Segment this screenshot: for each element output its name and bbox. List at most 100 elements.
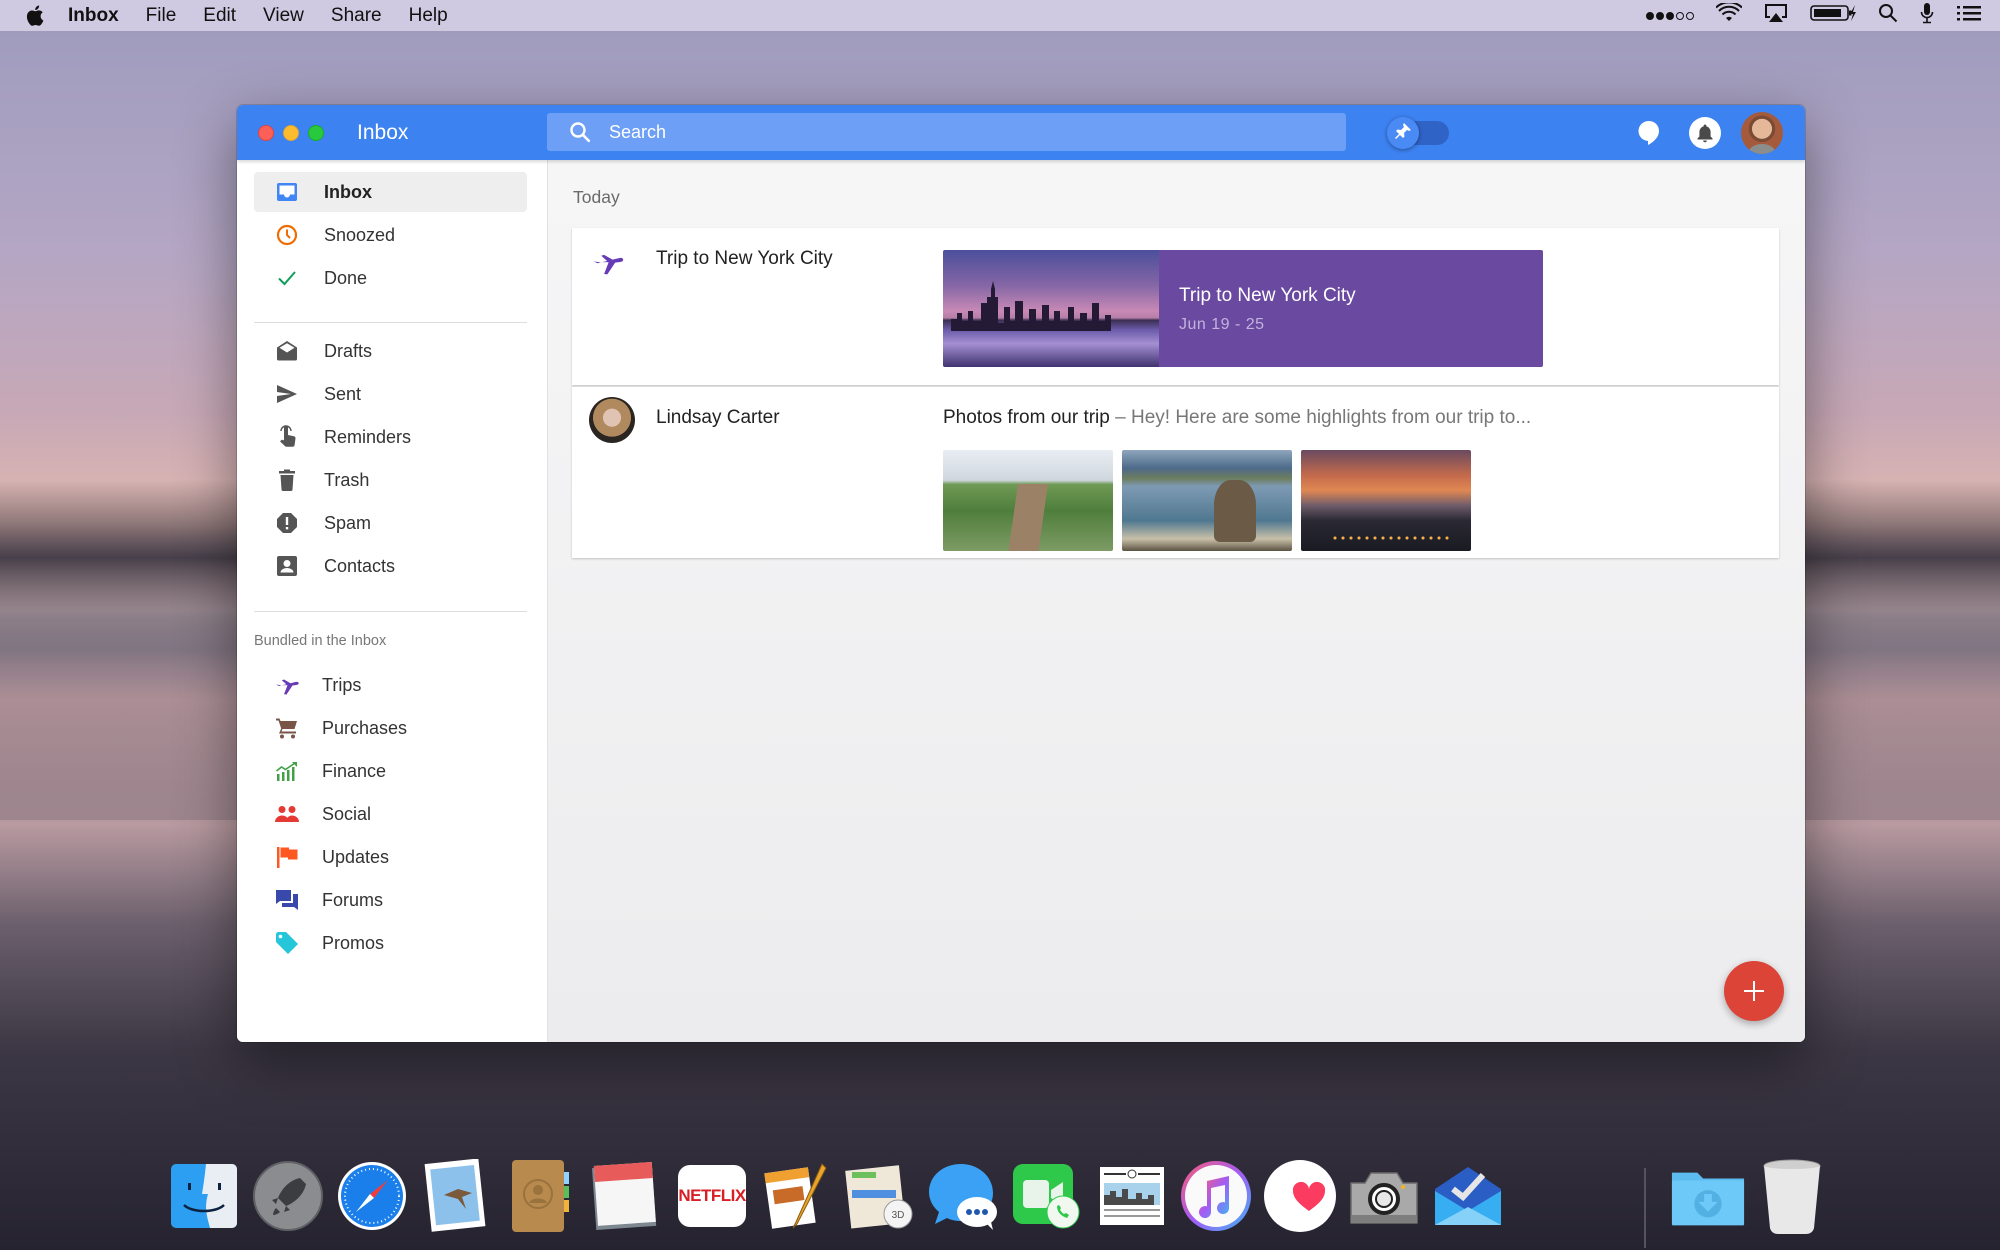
- netflix-icon: NETFLIX: [678, 1165, 746, 1227]
- bundles-section-label: Bundled in the Inbox: [254, 633, 387, 649]
- sidebar-item-spam[interactable]: Spam: [254, 503, 527, 543]
- launchpad-icon: [253, 1161, 323, 1231]
- dock-separator: [1644, 1168, 1646, 1248]
- dock-launchpad[interactable]: [250, 1158, 326, 1234]
- trip-card-details: Trip to New York City Jun 19 - 25: [1159, 250, 1543, 367]
- camera-icon: [1350, 1172, 1418, 1224]
- apple-menu-icon[interactable]: [26, 5, 48, 26]
- email-preview: Photos from our trip – Hey! Here are som…: [943, 407, 1531, 429]
- sidebar-item-social[interactable]: Social: [254, 794, 527, 834]
- notification-center-icon[interactable]: [1956, 3, 1982, 29]
- dock-messages[interactable]: [926, 1158, 1002, 1234]
- siri-icon[interactable]: [1920, 2, 1934, 30]
- search-bar[interactable]: [547, 113, 1346, 151]
- inbox-content: Today Trip to New York City Trip to New …: [548, 160, 1805, 1042]
- dock-calendar[interactable]: [586, 1158, 662, 1234]
- window-close-button[interactable]: [258, 124, 274, 141]
- sidebar-item-label: Social: [322, 803, 372, 824]
- bell-icon: [1697, 124, 1713, 142]
- sidebar-item-updates[interactable]: Updates: [254, 837, 527, 877]
- dock-downloads[interactable]: [1670, 1158, 1746, 1234]
- dock-pages[interactable]: [758, 1158, 834, 1234]
- trash-bin-icon: [1763, 1159, 1821, 1234]
- reminder-hand-icon: [274, 424, 300, 450]
- compose-button[interactable]: [1724, 961, 1784, 1021]
- menu-edit[interactable]: Edit: [203, 5, 236, 27]
- sidebar-divider: [254, 611, 527, 612]
- email-row[interactable]: Lindsay Carter Photos from our trip – He…: [572, 386, 1779, 558]
- dock-screenshot[interactable]: [1346, 1158, 1422, 1234]
- menu-view[interactable]: View: [263, 5, 304, 27]
- spotlight-search-icon[interactable]: [1878, 3, 1898, 29]
- send-icon: [274, 381, 300, 407]
- dock-itunes[interactable]: [1178, 1158, 1254, 1234]
- dock: NETFLIX 3D: [160, 1150, 1850, 1250]
- window-zoom-button[interactable]: [308, 124, 324, 141]
- sidebar-item-label: Snoozed: [324, 224, 396, 245]
- downloads-folder-icon: [1671, 1172, 1745, 1226]
- sidebar-item-label: Drafts: [324, 340, 373, 361]
- sidebar-item-label: Trips: [322, 674, 362, 695]
- wifi-icon[interactable]: [1715, 0, 1743, 29]
- sidebar-item-trash[interactable]: Trash: [254, 460, 527, 500]
- search-input[interactable]: [609, 121, 1309, 143]
- sidebar-item-reminders[interactable]: Reminders: [254, 417, 527, 457]
- title-bar: Inbox: [237, 105, 1805, 160]
- hangouts-button[interactable]: [1635, 119, 1663, 147]
- sidebar: Inbox Snoozed Done Drafts Sent Reminders…: [237, 160, 548, 1042]
- attachment-thumbnail-city[interactable]: [1301, 450, 1471, 551]
- menu-file[interactable]: File: [146, 5, 177, 27]
- sidebar-item-forums[interactable]: Forums: [254, 880, 527, 920]
- sidebar-item-sent[interactable]: Sent: [254, 374, 527, 414]
- sidebar-item-trips[interactable]: Trips: [254, 665, 527, 705]
- dock-news[interactable]: [1094, 1158, 1170, 1234]
- notifications-button[interactable]: [1689, 116, 1721, 149]
- dock-maps[interactable]: 3D: [842, 1158, 918, 1234]
- people-icon: [274, 801, 300, 827]
- sidebar-item-label: Updates: [322, 846, 390, 867]
- sidebar-item-inbox[interactable]: Inbox: [254, 172, 527, 212]
- dock-facetime[interactable]: [1010, 1158, 1086, 1234]
- email-sender: Lindsay Carter: [656, 407, 780, 428]
- dock-netflix[interactable]: NETFLIX: [674, 1158, 750, 1234]
- sidebar-item-done[interactable]: Done: [254, 258, 527, 298]
- signal-strength-icon[interactable]: [1646, 11, 1694, 20]
- menu-help[interactable]: Help: [409, 5, 448, 27]
- trip-card[interactable]: Trip to New York City Jun 19 - 25: [943, 250, 1543, 367]
- itunes-icon: [1181, 1161, 1251, 1231]
- battery-charging-icon[interactable]: [1810, 4, 1856, 28]
- menu-bar-status: [1646, 0, 1982, 31]
- plane-icon: [590, 244, 626, 280]
- sidebar-item-finance[interactable]: Finance: [254, 751, 527, 791]
- airplay-icon[interactable]: [1764, 3, 1788, 29]
- user-avatar[interactable]: [1741, 111, 1783, 154]
- dock-finder[interactable]: [166, 1158, 242, 1234]
- sidebar-item-drafts[interactable]: Drafts: [254, 331, 527, 371]
- check-icon: [274, 265, 300, 291]
- dock-safari[interactable]: [334, 1158, 410, 1234]
- menu-app-inbox[interactable]: Inbox: [68, 5, 119, 27]
- sidebar-item-purchases[interactable]: Purchases: [254, 708, 527, 748]
- dock-trash[interactable]: [1754, 1158, 1830, 1234]
- sidebar-item-label: Forums: [322, 889, 384, 910]
- dock-health[interactable]: [1262, 1158, 1338, 1234]
- dock-mail[interactable]: [418, 1158, 494, 1234]
- contacts-app-icon: [512, 1160, 569, 1232]
- window-minimize-button[interactable]: [283, 124, 299, 141]
- attachment-thumbnail-beach[interactable]: [1122, 450, 1292, 551]
- sidebar-item-snoozed[interactable]: Snoozed: [254, 215, 527, 255]
- menu-share[interactable]: Share: [331, 5, 382, 27]
- pin-toggle-knob[interactable]: [1387, 117, 1419, 149]
- dock-inbox[interactable]: [1430, 1158, 1506, 1234]
- trip-card-dates: Jun 19 - 25: [1179, 316, 1265, 333]
- attachment-thumbnail-trail[interactable]: [943, 450, 1113, 551]
- trip-card-title: Trip to New York City: [1179, 285, 1356, 306]
- email-attachments: [943, 450, 1471, 551]
- dock-contacts[interactable]: [502, 1158, 578, 1234]
- sidebar-item-promos[interactable]: Promos: [254, 923, 527, 963]
- sidebar-item-contacts[interactable]: Contacts: [254, 546, 527, 586]
- svg-text:3D: 3D: [892, 1210, 905, 1221]
- clock-icon: [274, 222, 300, 248]
- trip-bundle-row[interactable]: Trip to New York City Trip to New York C…: [572, 228, 1779, 385]
- pin-toggle[interactable]: [1387, 117, 1449, 149]
